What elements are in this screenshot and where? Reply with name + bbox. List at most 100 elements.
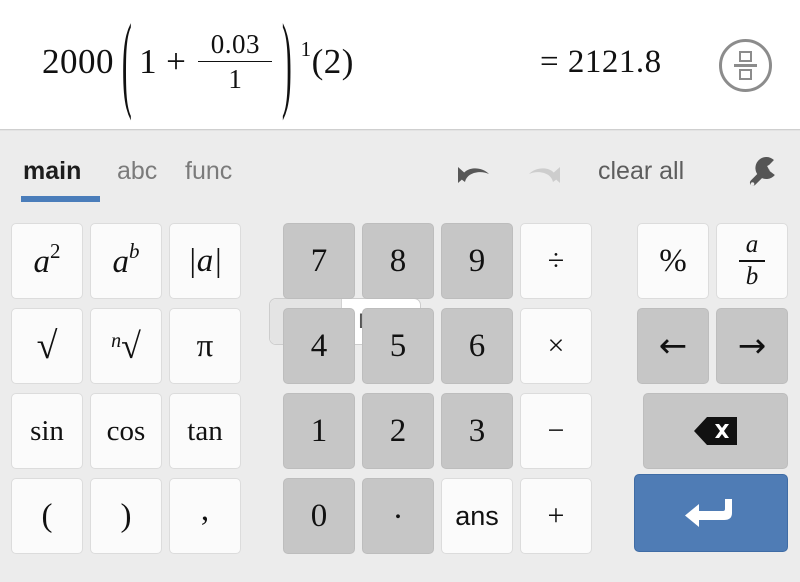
- key-label: .: [393, 489, 403, 526]
- tab-main-underline: [21, 196, 100, 202]
- key-1[interactable]: 1: [283, 393, 355, 469]
- key-label: ×: [547, 329, 565, 362]
- key-label: 8: [389, 242, 407, 279]
- key-power[interactable]: ab: [90, 223, 162, 299]
- fraction-icon-bar: [734, 64, 757, 67]
- key-cursor-left[interactable]: ←: [637, 308, 709, 384]
- key-2[interactable]: 2: [362, 393, 434, 469]
- key-label: ): [120, 497, 132, 534]
- key-label: 1: [310, 412, 328, 449]
- key-label: sin: [30, 414, 64, 447]
- key-9[interactable]: 9: [441, 223, 513, 299]
- key-square[interactable]: a2: [11, 223, 83, 299]
- key-fraction-denominator: b: [745, 262, 759, 290]
- key-abs[interactable]: |a|: [169, 223, 241, 299]
- key-label: 6: [468, 327, 486, 364]
- fraction-decimal-toggle-button[interactable]: [719, 39, 772, 92]
- key-label: cos: [106, 414, 146, 447]
- key-label: tan: [187, 414, 223, 447]
- key-sqrt[interactable]: √: [11, 308, 83, 384]
- key-label: 9: [468, 242, 486, 279]
- key-label: 0: [310, 497, 328, 534]
- redo-icon[interactable]: [520, 153, 574, 197]
- key-label: n √: [111, 325, 141, 366]
- key-cursor-right[interactable]: →: [716, 308, 788, 384]
- key-backspace[interactable]: [643, 393, 788, 469]
- key-ans[interactable]: ans: [441, 478, 513, 554]
- result-value: = 2121.8: [540, 44, 662, 80]
- key-decimal[interactable]: .: [362, 478, 434, 554]
- key-label: 5: [389, 327, 407, 364]
- key-close-paren[interactable]: ): [90, 478, 162, 554]
- key-4[interactable]: 4: [283, 308, 355, 384]
- expression-coefficient: 2000: [42, 42, 114, 81]
- key-0[interactable]: 0: [283, 478, 355, 554]
- key-percent[interactable]: %: [637, 223, 709, 299]
- key-label: →: [737, 326, 767, 366]
- wrench-icon[interactable]: [740, 153, 784, 197]
- key-label: ans: [455, 500, 499, 531]
- key-minus[interactable]: −: [520, 393, 592, 469]
- key-label: π: [196, 327, 214, 364]
- key-open-paren[interactable]: (: [11, 478, 83, 554]
- key-label: ,: [200, 491, 210, 528]
- enter-icon: [685, 499, 732, 527]
- fraction-numerator: 0.03: [210, 29, 261, 60]
- key-sin[interactable]: sin: [11, 393, 83, 469]
- key-8[interactable]: 8: [362, 223, 434, 299]
- expression-trailing: (2): [311, 42, 354, 81]
- key-label: +: [547, 499, 565, 532]
- key-label: ÷: [547, 244, 565, 277]
- expression-exponent: 1: [300, 36, 312, 61]
- key-divide[interactable]: ÷: [520, 223, 592, 299]
- fraction-icon-bottom-box: [739, 69, 752, 81]
- fraction-denominator: 1: [228, 64, 243, 95]
- expression-text[interactable]: 2000 ( 1 + 0.03 1 ) 1 (2): [42, 9, 354, 116]
- expression-close-paren: ): [282, 2, 293, 122]
- expression-operator: +: [166, 42, 187, 81]
- tab-func[interactable]: func: [185, 157, 232, 186]
- keypad-toolbar: main abc func DEG clear all: [0, 131, 800, 345]
- key-label: ab: [112, 239, 140, 280]
- expression-open-paren: (: [121, 2, 133, 122]
- key-comma[interactable]: ,: [169, 478, 241, 554]
- key-grid: a2 ab |a| √ n √ π sin cos tan (), 7 8 9 ÷ 4 5 6 × 1 2 3 − 0. ans…: [0, 223, 800, 582]
- key-enter[interactable]: [634, 474, 788, 552]
- key-label: ab: [739, 230, 765, 290]
- key-label: ←: [658, 326, 688, 366]
- key-pi[interactable]: π: [169, 308, 241, 384]
- expression-display[interactable]: 2000 ( 1 + 0.03 1 ) 1 (2) = 2121.8: [0, 0, 800, 130]
- tab-abc[interactable]: abc: [117, 157, 157, 186]
- key-label: √: [36, 324, 58, 367]
- expression-inner-first: 1: [139, 42, 158, 81]
- key-fraction[interactable]: ab: [716, 223, 788, 299]
- expression-fraction: 0.03 1: [198, 29, 273, 95]
- key-5[interactable]: 5: [362, 308, 434, 384]
- key-nthroot[interactable]: n √: [90, 308, 162, 384]
- backspace-icon: [693, 417, 737, 445]
- key-plus[interactable]: +: [520, 478, 592, 554]
- fraction-icon-top-box: [739, 50, 752, 62]
- key-tan[interactable]: tan: [169, 393, 241, 469]
- key-3[interactable]: 3: [441, 393, 513, 469]
- tab-main[interactable]: main: [23, 157, 81, 186]
- key-label: 7: [310, 242, 328, 279]
- undo-icon[interactable]: [444, 153, 498, 197]
- key-label: %: [659, 242, 687, 279]
- key-fraction-bar: [739, 260, 765, 262]
- key-7[interactable]: 7: [283, 223, 355, 299]
- key-cos[interactable]: cos: [90, 393, 162, 469]
- key-fraction-numerator: a: [745, 230, 759, 258]
- key-label: |a|: [187, 242, 223, 279]
- key-label: 2: [389, 412, 407, 449]
- key-label: 4: [310, 327, 328, 364]
- key-6[interactable]: 6: [441, 308, 513, 384]
- key-label: (: [41, 497, 53, 534]
- key-multiply[interactable]: ×: [520, 308, 592, 384]
- fraction-bar: [198, 60, 273, 63]
- key-label: a2: [33, 239, 61, 280]
- expression-inner: 1 + 0.03 1: [139, 30, 275, 94]
- clear-all-button[interactable]: clear all: [598, 157, 684, 186]
- key-label: −: [547, 414, 565, 447]
- key-label: 3: [468, 412, 486, 449]
